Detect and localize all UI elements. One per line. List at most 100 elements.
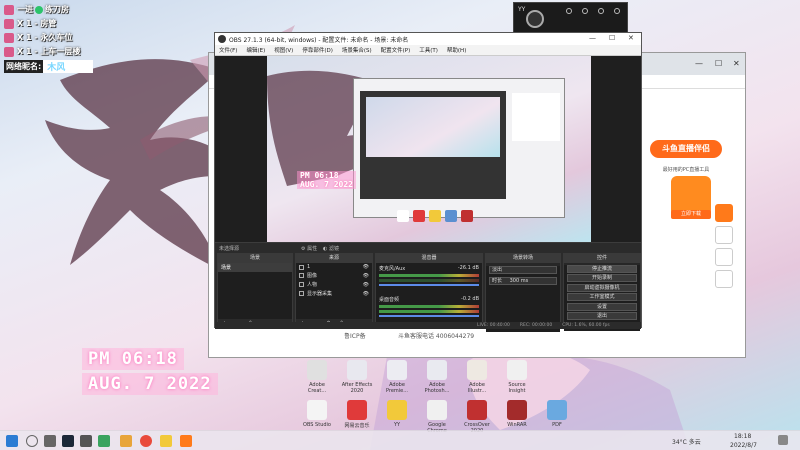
menu-item[interactable]: 帮助(H) [447, 46, 466, 54]
source-item[interactable]: 1 👁 [296, 263, 372, 271]
control-button[interactable]: 退出 [567, 312, 637, 320]
menu-item[interactable]: 文件(F) [219, 46, 237, 54]
desktop-icon-grid: Adobe Creat... After Effects 2020 Adobe Pr… [300, 360, 567, 440]
desktop-icon-label: YY [393, 422, 401, 428]
file-explorer-icon[interactable] [120, 435, 132, 447]
pink-badge-icon [4, 18, 14, 29]
control-button[interactable]: 开始录制 [567, 274, 637, 282]
properties-button[interactable]: ⚙ 属性 [301, 245, 317, 252]
visibility-eye-icon[interactable]: 👁 [363, 264, 369, 270]
app-icon [307, 360, 327, 380]
desktop-icon[interactable]: After Effects 2020 [340, 360, 374, 394]
clock-time[interactable]: 18:18 [734, 433, 751, 440]
minimize-icon[interactable]: — [695, 59, 703, 68]
settings-icon[interactable] [582, 8, 588, 14]
game-icon[interactable] [715, 248, 733, 266]
source-item[interactable]: 图像 👁 [296, 271, 372, 280]
preview-clock-date: AUG. 7 2022 [300, 180, 353, 189]
task-view-icon[interactable] [44, 435, 56, 447]
minimize-icon[interactable] [598, 8, 604, 14]
app-icon [427, 360, 447, 380]
control-button[interactable]: 设置 [567, 302, 637, 311]
rec-status: REC: 00:00:00 [519, 323, 553, 328]
volume-slider[interactable] [379, 315, 479, 317]
obs-taskbar-icon[interactable] [80, 435, 92, 447]
preview-app-icon [445, 210, 457, 222]
close-icon[interactable]: ✕ [733, 59, 740, 68]
app-icon [307, 400, 327, 420]
desktop-icon[interactable]: Adobe Premie... [380, 360, 414, 394]
overlay-nickname: 网络昵名: 木风 [4, 60, 94, 73]
menu-item[interactable]: 配置文件(P) [381, 46, 411, 54]
obs-preview-area[interactable]: PM 06:18 AUG. 7 2022 [215, 56, 641, 242]
close-icon[interactable] [614, 8, 620, 14]
desktop-icon[interactable]: Adobe Creat... [300, 360, 334, 394]
desktop-icon-label: Adobe Premie... [385, 382, 409, 394]
play-icon[interactable] [715, 204, 733, 222]
yy-taskbar-icon[interactable] [160, 435, 172, 447]
record-indicator-icon[interactable] [526, 10, 544, 28]
desktop-icon[interactable]: Adobe Photosh... [420, 360, 454, 394]
transition-select[interactable]: 淡出 [489, 266, 557, 274]
desktop-icon[interactable]: Google Chrome [420, 400, 454, 434]
live-status: LIVE: 00:40:00 [477, 323, 510, 328]
menu-item[interactable]: 编辑(E) [246, 46, 265, 54]
desktop-icon[interactable]: PDF [540, 400, 574, 434]
scene-item[interactable]: 场景 [218, 263, 292, 272]
support-icon[interactable] [715, 270, 733, 288]
nickname-value: 木风 [43, 60, 94, 73]
chrome-taskbar-icon[interactable] [140, 435, 152, 447]
control-button[interactable]: 工作室模式 [567, 293, 637, 301]
scenes-list[interactable]: 场景 [218, 263, 292, 319]
desktop-icon[interactable]: CrossOver 2020 [460, 400, 494, 434]
desktop-icon[interactable]: Source Insight [500, 360, 534, 394]
source-type-icon [299, 291, 304, 296]
steam-icon[interactable] [62, 435, 74, 447]
home-icon[interactable] [715, 226, 733, 244]
weather-text[interactable]: 34°C 多云 [672, 437, 701, 446]
visibility-eye-icon[interactable]: 👁 [363, 282, 369, 288]
maximize-icon[interactable]: ☐ [715, 59, 722, 68]
menu-item[interactable]: 视图(V) [274, 46, 293, 54]
obs-menubar: 文件(F) 编辑(E) 视图(V) 停靠部件(D) 场景集合(S) 配置文件(P) 工具(T… [215, 45, 641, 56]
desktop-icon[interactable]: OBS Studio [300, 400, 334, 434]
control-button[interactable]: 启动虚拟摄像机 [567, 283, 637, 292]
search-icon[interactable] [26, 435, 38, 447]
sources-dock: 来源 1👁图像👁人物👁显示器采集👁 + − ⚙ ⌃ ⌄ [295, 253, 373, 329]
volume-meter [379, 305, 479, 308]
obs-window: OBS 27.1.3 (64-bit, windows) - 配置文件: 未命名… [214, 32, 642, 332]
desktop-icon[interactable]: YY [380, 400, 414, 434]
windows-start-icon[interactable] [6, 435, 18, 447]
desktop-icon[interactable]: Adobe Illustr... [460, 360, 494, 394]
close-icon[interactable]: ✕ [628, 34, 634, 42]
desktop-icon[interactable]: 网易云音乐 [340, 400, 374, 434]
minimize-icon[interactable]: — [589, 34, 596, 42]
notification-icon[interactable] [778, 435, 788, 445]
desktop-icon[interactable]: WinRAR [500, 400, 534, 434]
mic-icon[interactable] [566, 8, 572, 14]
wechat-icon[interactable] [98, 435, 110, 447]
visibility-eye-icon[interactable]: 👁 [363, 291, 369, 297]
app-icon [347, 400, 367, 420]
source-type-icon [299, 273, 304, 278]
douyu-taskbar-icon[interactable] [180, 435, 192, 447]
sources-list[interactable]: 1 👁 图像 👁 人物 👁 显示器采集 👁 [296, 263, 372, 319]
clock-time: PM 06:18 [82, 348, 184, 370]
source-item[interactable]: 显示器采集 👁 [296, 289, 372, 298]
visibility-eye-icon[interactable]: 👁 [363, 273, 369, 279]
volume-slider[interactable] [379, 284, 479, 286]
source-item[interactable]: 人物 👁 [296, 280, 372, 289]
obs-preview-canvas[interactable]: PM 06:18 AUG. 7 2022 [267, 56, 591, 242]
nested-obs-window [360, 91, 506, 199]
douyu-download-button[interactable]: 立即下载 [671, 210, 711, 219]
audio-mixer-dock: 混音器 麦克风/Aux -26.1 dB 桌面音频 -0.2 dB [375, 253, 483, 329]
menu-item[interactable]: 工具(T) [419, 46, 438, 54]
desktop-icon-label: Adobe Photosh... [424, 382, 450, 394]
maximize-icon[interactable]: ☐ [609, 34, 615, 42]
filters-button[interactable]: ◐ 滤镜 [323, 245, 339, 252]
clock-date[interactable]: 2022/8/7 [730, 442, 757, 449]
transition-duration[interactable]: 时长 300 ms [489, 277, 557, 285]
menu-item[interactable]: 停靠部件(D) [302, 46, 333, 54]
control-button[interactable]: 停止推流 [567, 264, 637, 273]
menu-item[interactable]: 场景集合(S) [342, 46, 372, 54]
